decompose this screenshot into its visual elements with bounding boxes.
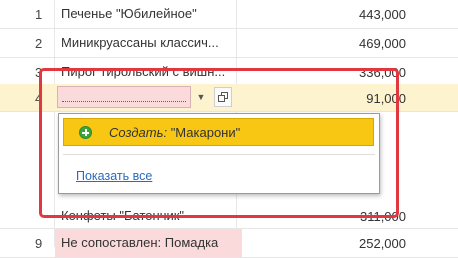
- row-sum: 443,000: [359, 7, 406, 22]
- table-row-unmatched[interactable]: 9 Не сопоставлен: Помадка 252,000: [0, 229, 458, 258]
- row-number: 9: [35, 236, 43, 251]
- product-name: Печенье "Юбилейное": [61, 6, 197, 21]
- row-number: 1: [35, 7, 43, 22]
- table-row[interactable]: 1 Печенье "Юбилейное" 443,000: [0, 0, 458, 29]
- product-name-unmatched: Не сопоставлен: Помадка: [55, 229, 242, 257]
- row-sum: 469,000: [359, 36, 406, 51]
- table-row[interactable]: 2 Миникруассаны классич... 469,000: [0, 29, 458, 58]
- row-number: 2: [35, 36, 43, 51]
- highlight-frame: [39, 68, 399, 218]
- product-name: Миникруассаны классич...: [61, 35, 219, 50]
- row-sum: 252,000: [359, 236, 406, 251]
